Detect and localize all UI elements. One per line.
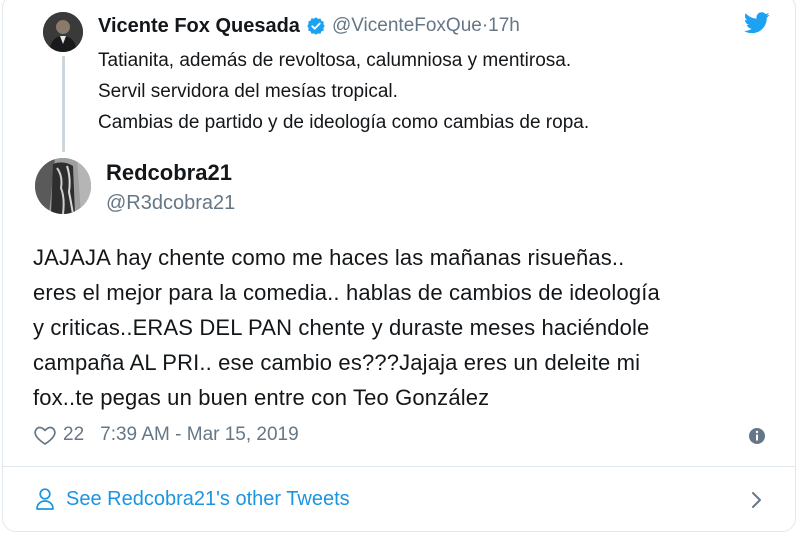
parent-author-name[interactable]: Vicente Fox Quesada	[98, 15, 300, 38]
verified-badge-icon	[306, 16, 326, 36]
person-icon	[34, 487, 56, 511]
footer-divider	[2, 466, 796, 467]
parent-tweet-time[interactable]: 17h	[488, 15, 520, 37]
tweet-line: y criticas..ERAS DEL PAN chente y durast…	[33, 315, 650, 340]
see-other-tweets-link[interactable]: See Redcobra21's other Tweets	[34, 484, 350, 514]
author-avatar[interactable]	[35, 158, 91, 214]
see-other-tweets-label: See Redcobra21's other Tweets	[66, 487, 350, 510]
like-count[interactable]: 22	[63, 424, 84, 446]
author-name[interactable]: Redcobra21	[106, 160, 232, 186]
parent-author-handle[interactable]: @VicenteFoxQue	[332, 15, 482, 37]
parent-tweet-text: Tatianita, además de revoltosa, calumnio…	[98, 45, 738, 138]
tweet-line: JAJAJA hay chente como me haces las maña…	[33, 245, 625, 270]
info-icon[interactable]	[747, 426, 767, 446]
tweet-meta: 22 7:39 AM - Mar 15, 2019	[33, 420, 299, 450]
parent-tweet-line: Servil servidora del mesías tropical.	[98, 81, 398, 102]
author-handle[interactable]: @R3dcobra21	[106, 192, 235, 215]
tweet-text: JAJAJA hay chente como me haces las maña…	[33, 240, 773, 415]
heart-icon[interactable]	[33, 423, 57, 447]
tweet-timestamp[interactable]: 7:39 AM - Mar 15, 2019	[100, 424, 299, 446]
tweet-line: campaña AL PRI.. ese cambio es???Jajaja …	[33, 350, 641, 375]
twitter-bird-icon[interactable]	[743, 12, 770, 34]
chevron-right-icon[interactable]	[749, 488, 765, 512]
parent-tweet-line: Tatianita, además de revoltosa, calumnio…	[98, 50, 572, 71]
parent-avatar[interactable]	[43, 12, 83, 52]
parent-tweet-line: Cambias de partido y de ideología como c…	[98, 112, 590, 133]
tweet-line: eres el mejor para la comedia.. hablas d…	[33, 280, 660, 305]
thread-connector-line	[62, 56, 65, 152]
tweet-line: fox..te pegas un buen entre con Teo Gonz…	[33, 385, 490, 410]
parent-tweet-header: Vicente Fox Quesada @VicenteFoxQue · 17h	[98, 12, 520, 40]
